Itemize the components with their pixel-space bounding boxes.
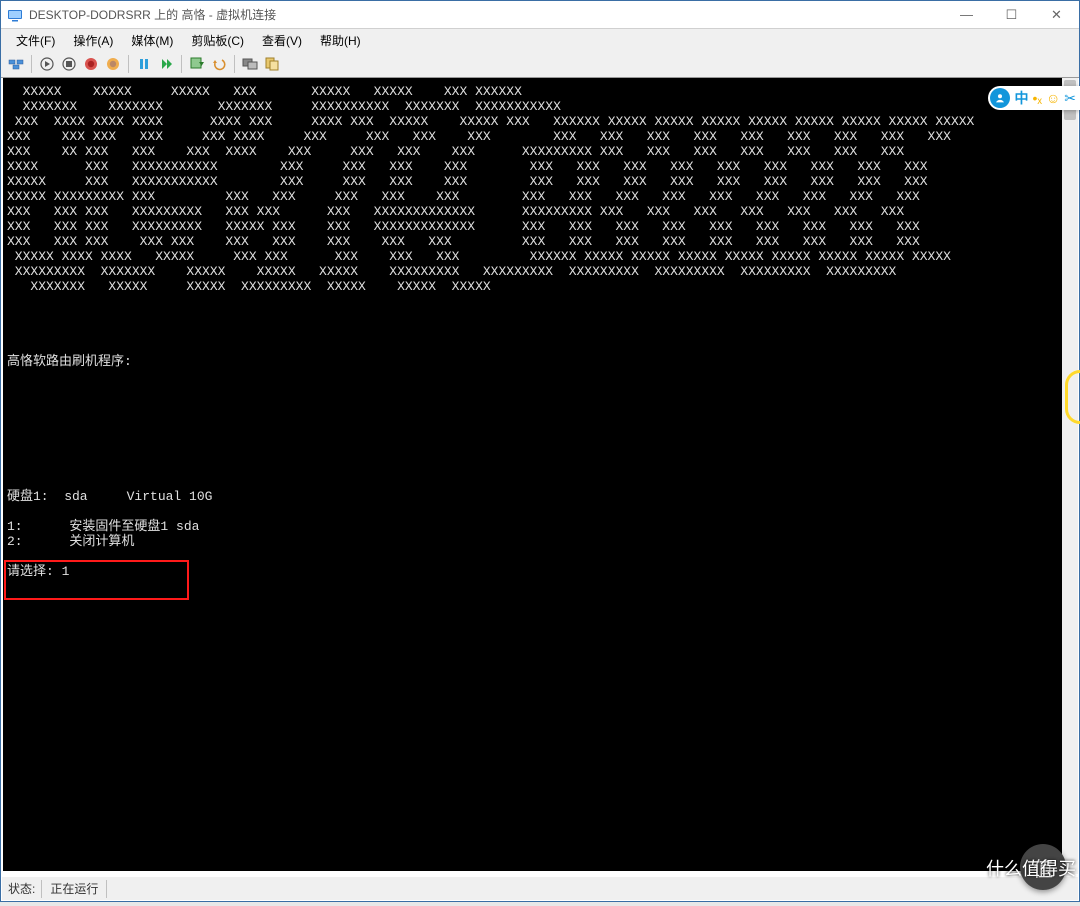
vertical-scrollbar[interactable] (1062, 78, 1078, 874)
revert-button[interactable] (210, 55, 228, 73)
toolbar-separator (31, 55, 32, 73)
save-button[interactable] (104, 55, 122, 73)
option-1: 1: 安装固件至硬盘1 sda (7, 519, 199, 534)
window-controls: — ☐ ✕ (944, 1, 1079, 28)
toolbar-separator (128, 55, 129, 73)
ime-logo-icon[interactable] (990, 88, 1010, 108)
checkpoint-button[interactable] (188, 55, 206, 73)
side-handle-icon[interactable] (1065, 370, 1080, 424)
menu-clipboard[interactable]: 剪贴板(C) (182, 30, 253, 51)
toolbar-separator (181, 55, 182, 73)
menu-action[interactable]: 操作(A) (64, 30, 122, 51)
menu-media[interactable]: 媒体(M) (122, 30, 182, 51)
menu-view[interactable]: 查看(V) (253, 30, 311, 51)
close-button[interactable]: ✕ (1034, 1, 1079, 28)
guest-console[interactable]: XXXXX XXXXX XXXXX XXX XXXXX XXXXX XXX XX… (3, 78, 1063, 871)
vm-display-area: XXXXX XXXXX XXXXX XXX XXXXX XXXXX XXX XX… (2, 78, 1078, 874)
ctrl-alt-del-button[interactable] (7, 55, 25, 73)
ime-punct-icon[interactable]: •ₓ (1032, 90, 1042, 106)
watermark-text: 什么值得买 (986, 855, 1076, 881)
status-value: 正在运行 (41, 880, 107, 898)
share-button[interactable] (263, 55, 281, 73)
ime-floating-toolbar[interactable]: 中 •ₓ ☺ ✂ (988, 86, 1080, 110)
ascii-banner: XXXXX XXXXX XXXXX XXX XXXXX XXXXX XXX XX… (7, 84, 974, 294)
menubar: 文件(F) 操作(A) 媒体(M) 剪贴板(C) 查看(V) 帮助(H) (1, 29, 1079, 51)
menu-help[interactable]: 帮助(H) (311, 30, 370, 51)
input-prompt: 请选择: 1 (7, 564, 69, 579)
reset-button[interactable] (157, 55, 175, 73)
pause-button[interactable] (135, 55, 153, 73)
turn-off-button[interactable] (60, 55, 78, 73)
window-title: DESKTOP-DODRSRR 上的 高恪 - 虚拟机连接 (29, 6, 944, 23)
minimize-button[interactable]: — (944, 1, 989, 28)
toolbar-separator (234, 55, 235, 73)
program-label: 高恪软路由刷机程序: (7, 354, 132, 369)
option-2: 2: 关闭计算机 (7, 534, 134, 549)
disk-info-line: 硬盘1: sda Virtual 10G (7, 489, 212, 504)
status-label: 状态: (2, 880, 41, 897)
ime-emoji-icon[interactable]: ☺ (1046, 90, 1060, 106)
statusbar: 状态: 正在运行 (2, 877, 1078, 900)
menu-file[interactable]: 文件(F) (7, 30, 64, 51)
app-icon (7, 7, 23, 23)
titlebar[interactable]: DESKTOP-DODRSRR 上的 高恪 - 虚拟机连接 — ☐ ✕ (1, 1, 1079, 29)
ime-scissors-icon[interactable]: ✂ (1064, 90, 1076, 107)
start-button[interactable] (38, 55, 56, 73)
maximize-button[interactable]: ☐ (989, 1, 1034, 28)
shut-down-button[interactable] (82, 55, 100, 73)
toolbar (1, 51, 1079, 78)
vm-connection-window: DESKTOP-DODRSRR 上的 高恪 - 虚拟机连接 — ☐ ✕ 文件(F… (0, 0, 1080, 902)
ime-language-indicator[interactable]: 中 (1014, 88, 1028, 108)
enhanced-session-button[interactable] (241, 55, 259, 73)
